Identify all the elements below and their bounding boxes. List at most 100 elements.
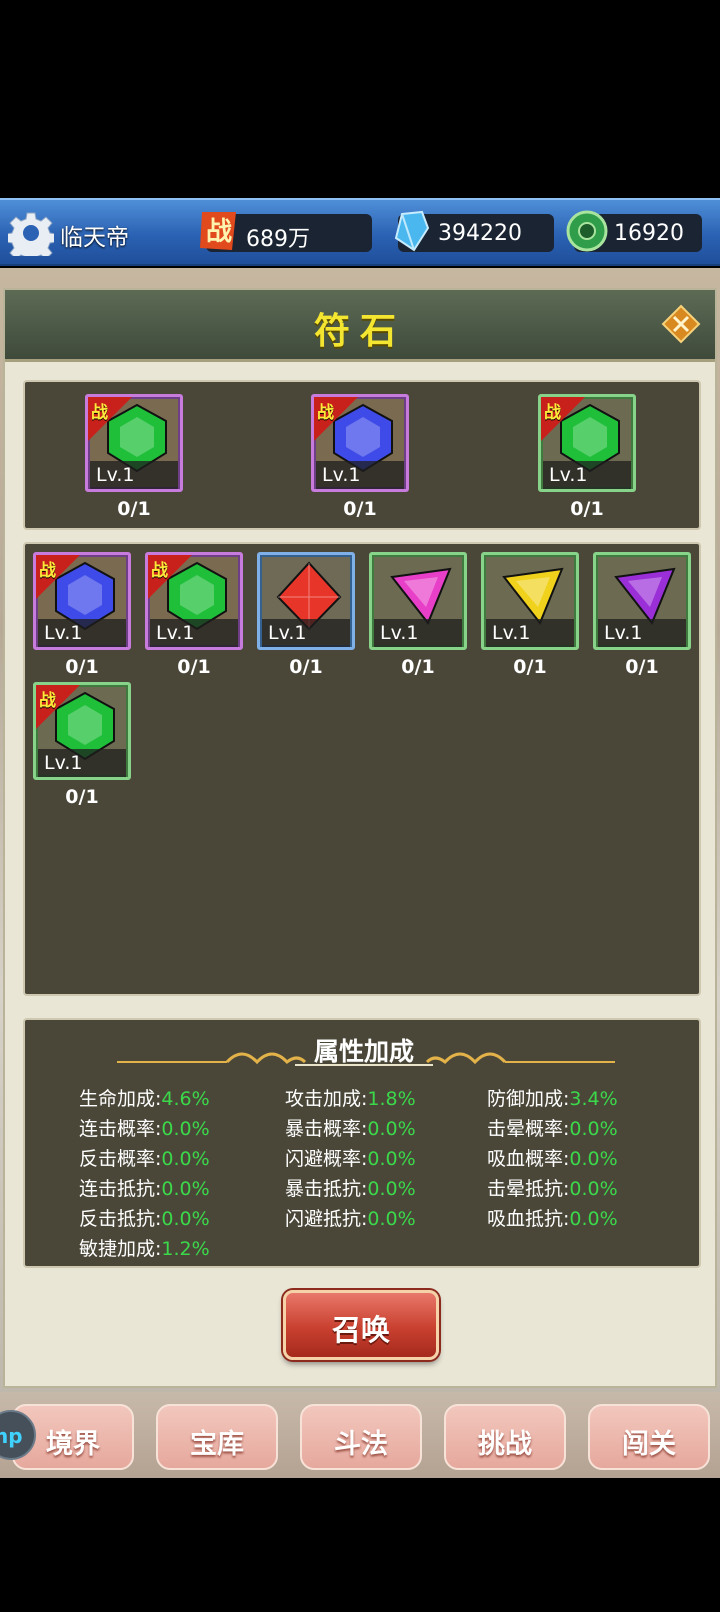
rune-frame: Lv.1 xyxy=(257,552,355,650)
attribute-value: 1.2% xyxy=(161,1238,210,1260)
rune-inventory: 战 Lv.1 0/1 战 Lv.1 0/1 Lv.1 0/1 Lv.1 0/1 Lv.1 0/1 Lv.… xyxy=(23,542,701,996)
equipped-rune-slot[interactable]: 战 Lv.1 0/1 xyxy=(538,394,636,520)
top-bar: 临天帝 战 689万 394220 16920 xyxy=(0,198,720,266)
rune-frame: 战 Lv.1 xyxy=(311,394,409,492)
attribute-value: 0.0% xyxy=(161,1178,210,1200)
attribute-label: 暴击抵抗: xyxy=(285,1178,368,1200)
power-value: 689万 xyxy=(246,227,310,252)
close-icon[interactable] xyxy=(661,304,701,344)
attribute-label: 暴击概率: xyxy=(285,1118,368,1140)
rune-level: Lv.1 xyxy=(486,619,574,647)
attribute-value: 0.0% xyxy=(569,1118,618,1140)
rune-count: 0/1 xyxy=(117,498,151,520)
rune-panel: 符石 战 Lv.1 0/1 战 Lv.1 0/1 战 Lv.1 0/1 战 Lv.1 0/1 战 Lv.… xyxy=(3,288,717,1388)
jade-display: 16920 xyxy=(566,210,702,252)
rune-frame: 战 Lv.1 xyxy=(33,552,131,650)
attribute-stat: 反击抵抗:0.0% xyxy=(79,1204,210,1231)
attribute-stat: 暴击概率:0.0% xyxy=(285,1114,416,1141)
attribute-value: 3.4% xyxy=(569,1088,618,1110)
attribute-label: 攻击加成: xyxy=(285,1088,368,1110)
nav-button[interactable]: 挑战 xyxy=(444,1404,566,1470)
inventory-rune-slot[interactable]: Lv.1 0/1 xyxy=(257,552,355,678)
attribute-label: 击晕概率: xyxy=(487,1118,570,1140)
battle-power-icon: 战 xyxy=(200,212,236,250)
nav-button[interactable]: 闯关 xyxy=(588,1404,710,1470)
attribute-value: 0.0% xyxy=(161,1208,210,1230)
equipped-rune-slot[interactable]: 战 Lv.1 0/1 xyxy=(311,394,409,520)
rune-frame: 战 Lv.1 xyxy=(145,552,243,650)
attribute-label: 防御加成: xyxy=(487,1088,570,1110)
attribute-label: 反击抵抗: xyxy=(79,1208,162,1230)
summon-label: 召唤 xyxy=(331,1313,390,1347)
inventory-rune-slot[interactable]: Lv.1 0/1 xyxy=(369,552,467,678)
battle-tag-label: 战 xyxy=(317,403,334,423)
title-underline xyxy=(295,1064,433,1066)
attribute-stat: 闪避概率:0.0% xyxy=(285,1144,416,1171)
nav-button[interactable]: 斗法 xyxy=(300,1404,422,1470)
panel-header: 符石 xyxy=(5,290,715,362)
equipped-rune-slot[interactable]: 战 Lv.1 0/1 xyxy=(85,394,183,520)
rune-count: 0/1 xyxy=(513,656,547,678)
rune-frame: 战 Lv.1 xyxy=(85,394,183,492)
rune-frame: 战 Lv.1 xyxy=(538,394,636,492)
attribute-label: 连击概率: xyxy=(79,1118,162,1140)
attribute-stat: 防御加成:3.4% xyxy=(487,1084,618,1111)
nav-label: 斗法 xyxy=(334,1429,388,1460)
attribute-label: 闪避抵抗: xyxy=(285,1208,368,1230)
rune-level: Lv.1 xyxy=(543,461,631,489)
rune-frame: Lv.1 xyxy=(481,552,579,650)
game-screen: 临天帝 战 689万 394220 16920 符石 战 Lv.1 0/1 战 … xyxy=(0,0,720,1612)
player-name: 临天帝 xyxy=(60,225,129,251)
inventory-rune-slot[interactable]: Lv.1 0/1 xyxy=(593,552,691,678)
attribute-value: 0.0% xyxy=(161,1118,210,1140)
nav-button[interactable]: 宝库 xyxy=(156,1404,278,1470)
crystal-display: 394220 xyxy=(394,210,554,252)
attribute-value: 0.0% xyxy=(367,1178,416,1200)
attribute-bonus-box: 属性加成 生命加成:4.6% 攻击加成:1.8% 防御加成:3.4% 连击概率:0.0… xyxy=(23,1018,701,1268)
battle-tag-label: 战 xyxy=(39,691,56,711)
rune-level: Lv.1 xyxy=(150,619,238,647)
inventory-rune-slot[interactable]: Lv.1 0/1 xyxy=(481,552,579,678)
attribute-value: 4.6% xyxy=(161,1088,210,1110)
rune-count: 0/1 xyxy=(625,656,659,678)
inventory-rune-slot[interactable]: 战 Lv.1 0/1 xyxy=(33,682,131,808)
gear-icon[interactable] xyxy=(8,210,54,256)
rune-count: 0/1 xyxy=(570,498,604,520)
panel-title: 符石 xyxy=(313,311,406,352)
rune-level: Lv.1 xyxy=(38,749,126,777)
rune-level: Lv.1 xyxy=(598,619,686,647)
attribute-value: 1.8% xyxy=(367,1088,416,1110)
rune-count: 0/1 xyxy=(401,656,435,678)
equipped-slots: 战 Lv.1 0/1 战 Lv.1 0/1 战 Lv.1 0/1 xyxy=(23,380,701,530)
attribute-stat: 吸血概率:0.0% xyxy=(487,1144,618,1171)
attribute-value: 0.0% xyxy=(367,1148,416,1170)
attribute-value: 0.0% xyxy=(569,1208,618,1230)
battle-tag-label: 战 xyxy=(151,561,168,581)
rune-level: Lv.1 xyxy=(38,619,126,647)
attribute-stat: 闪避抵抗:0.0% xyxy=(285,1204,416,1231)
inventory-rune-slot[interactable]: 战 Lv.1 0/1 xyxy=(145,552,243,678)
right-ornament-icon xyxy=(425,1052,615,1065)
svg-text:战: 战 xyxy=(206,217,232,247)
nav-label: 挑战 xyxy=(478,1429,532,1460)
attribute-label: 吸血概率: xyxy=(487,1148,570,1170)
rune-level: Lv.1 xyxy=(90,461,178,489)
attribute-stat: 连击抵抗:0.0% xyxy=(79,1174,210,1201)
bottom-nav: 闯关 挑战 斗法 宝库 境界 hp xyxy=(0,1392,720,1478)
nav-label: 闯关 xyxy=(622,1429,676,1460)
battle-tag-label: 战 xyxy=(39,561,56,581)
rune-frame: 战 Lv.1 xyxy=(33,682,131,780)
attribute-label: 敏捷加成: xyxy=(79,1238,162,1260)
attribute-value: 0.0% xyxy=(161,1148,210,1170)
rune-count: 0/1 xyxy=(343,498,377,520)
summon-button[interactable]: 召唤 xyxy=(283,1290,439,1360)
attribute-stat: 反击概率:0.0% xyxy=(79,1144,210,1171)
crystal-value: 394220 xyxy=(438,221,522,246)
attribute-stat: 击晕概率:0.0% xyxy=(487,1114,618,1141)
inventory-rune-slot[interactable]: 战 Lv.1 0/1 xyxy=(33,552,131,678)
attribute-value: 0.0% xyxy=(569,1148,618,1170)
attribute-label: 击晕抵抗: xyxy=(487,1178,570,1200)
attribute-stat: 生命加成:4.6% xyxy=(79,1084,210,1111)
attribute-stat: 连击概率:0.0% xyxy=(79,1114,210,1141)
attribute-stat: 吸血抵抗:0.0% xyxy=(487,1204,618,1231)
